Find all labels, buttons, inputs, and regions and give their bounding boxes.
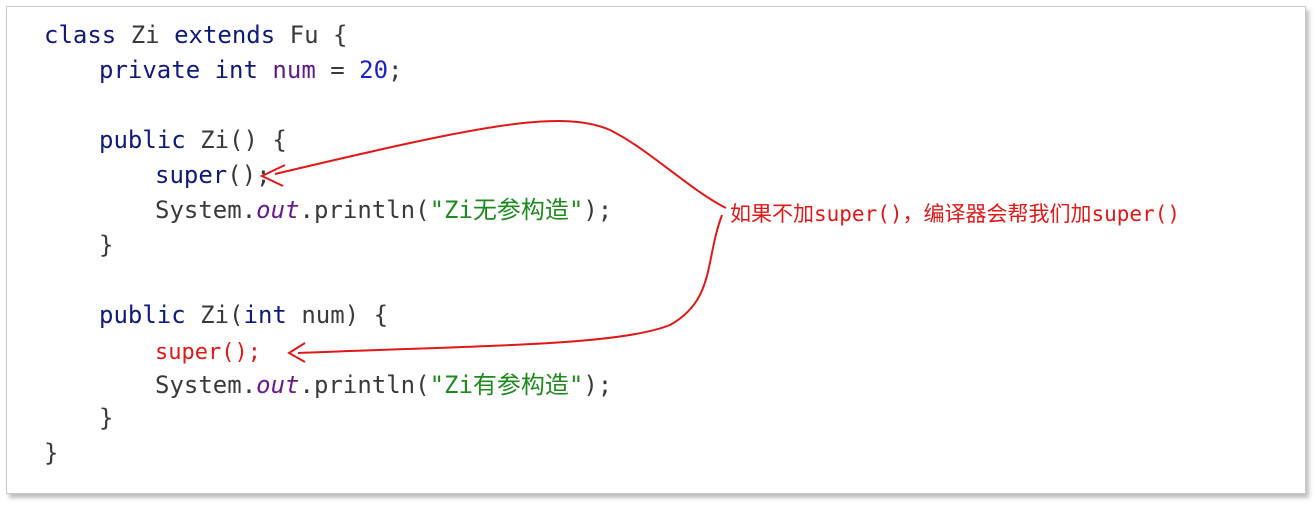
annotation-arrows [259,120,727,363]
arrow-to-explicit-super [274,120,727,209]
arrow-head-explicit-super [259,164,286,187]
arrow-to-implicit-super [297,214,723,354]
annotation-text: 如果不加super()，编译器会帮我们加super() [730,202,1181,226]
